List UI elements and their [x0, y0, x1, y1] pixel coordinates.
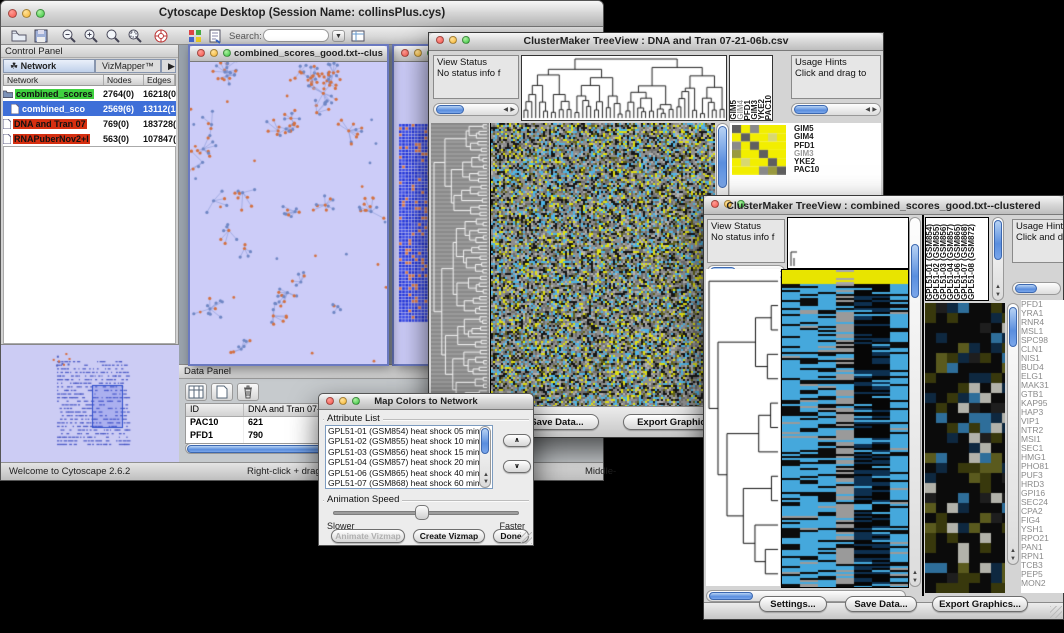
animate-vizmap-button[interactable]: Animate Vizmap: [331, 529, 405, 543]
zoom-fit-icon[interactable]: [105, 28, 121, 44]
view-status-box: View StatusNo status info f: [433, 55, 519, 99]
control-panel-tabs: ☘ Network VizMapper™ ▶: [3, 59, 176, 73]
network-window-title: combined_scores_good.txt--cluste...: [234, 48, 383, 59]
zoom-out-icon[interactable]: [61, 28, 77, 44]
heatmap-zoom-view[interactable]: [925, 303, 1005, 593]
row-dendrogram[interactable]: [706, 269, 780, 586]
zoom-selected-icon[interactable]: [127, 28, 143, 44]
folder-icon: [3, 89, 13, 98]
settings-button[interactable]: Settings...: [759, 596, 827, 612]
animation-speed-slider-thumb[interactable]: [415, 505, 429, 520]
row-dendrogram[interactable]: [431, 123, 489, 406]
treeview1-column-labels[interactable]: GIM5GIM4PFD1GIM3YKE2PAC10: [729, 55, 773, 121]
treeview1-row-labels[interactable]: GIM5GIM4PFD1GIM3YKE2PAC10: [794, 125, 819, 175]
animation-speed-label: Animation Speed: [324, 494, 402, 505]
usage-hints-hscrollbar[interactable]: ◀▶: [791, 103, 881, 116]
desktop: Cytoscape Desktop (Session Name: collins…: [0, 0, 1064, 633]
map-colors-dialog: Map Colors to Network Attribute List GPL…: [318, 393, 534, 546]
treeview1-titlebar[interactable]: ClusterMaker TreeView : DNA and Tran 07-…: [429, 33, 883, 51]
heatmap-global-view[interactable]: [781, 269, 909, 588]
treeview2-buttonbar: Settings... Save Data... Export Graphics…: [704, 602, 1063, 619]
delete-attribute-icon[interactable]: [237, 383, 259, 401]
attribute-select-icon[interactable]: [185, 383, 207, 401]
table-row[interactable]: DNA and Tran 07 769(0) 183728(0): [3, 116, 176, 131]
network-table: combined_scores 2764(0) 16218(0) combine…: [3, 86, 176, 146]
tab-vizmapper[interactable]: VizMapper™: [95, 59, 161, 73]
inner-titlebar[interactable]: combined_scores_good.txt--cluste...: [190, 46, 387, 62]
attribute-list-label: Attribute List: [324, 413, 383, 424]
tab-overflow-icon[interactable]: ▶: [161, 59, 176, 73]
save-icon[interactable]: [33, 28, 49, 44]
save-data-button[interactable]: Save Data...: [845, 596, 917, 612]
usage-hints-box: Usage HintsClick and drag to: [1012, 219, 1063, 263]
network-list-blank: [3, 146, 176, 344]
search-label: Search:: [229, 31, 262, 42]
status-welcome: Welcome to Cytoscape 2.6.2: [9, 466, 130, 477]
zoom-in-icon[interactable]: [83, 28, 99, 44]
heatmap-zoom-view[interactable]: [732, 125, 786, 175]
birdseye-view[interactable]: [1, 344, 179, 462]
treeview2-title: ClusterMaker TreeView : combined_scores_…: [704, 200, 1063, 212]
tab-network[interactable]: ☘ Network: [3, 59, 95, 73]
attribute-list-vscrollbar[interactable]: ▲▼: [479, 426, 491, 488]
network-canvas[interactable]: [190, 62, 387, 364]
table-row[interactable]: RNAPuberNov2+I 563(0) 107847(0): [3, 131, 176, 146]
zoom-window-icon[interactable]: [223, 49, 231, 57]
file-icon: [3, 119, 11, 129]
view-status-hscrollbar[interactable]: ◀▶: [433, 103, 519, 116]
view-status-box: View StatusNo status info f: [707, 219, 785, 263]
minimize-icon[interactable]: [210, 49, 218, 57]
attribute-list[interactable]: GPL51-01 (GSM854) heat shock 05 minGPL51…: [325, 425, 493, 489]
search-input[interactable]: [263, 29, 329, 42]
treeview2-column-labels[interactable]: GPL51-01 (GSM854)GPL51-02 (GSM855)GPL51-…: [925, 217, 989, 301]
global-vscrollbar[interactable]: ▲▼: [909, 217, 921, 587]
network-view-window: combined_scores_good.txt--cluste...: [188, 44, 389, 366]
file-icon: [3, 134, 11, 144]
column-dendrogram[interactable]: [521, 55, 727, 121]
search-dropdown-icon[interactable]: ▼: [332, 30, 345, 42]
table-row-selected[interactable]: combined_sco 2569(6) 13112(15): [3, 101, 176, 116]
resize-grip[interactable]: [520, 532, 532, 544]
heatmap-global-view[interactable]: [490, 123, 715, 406]
minimize-icon[interactable]: [414, 49, 422, 57]
dialog-titlebar[interactable]: Map Colors to Network: [319, 394, 533, 410]
panel-divider: [922, 215, 924, 596]
main-titlebar[interactable]: Cytoscape Desktop (Session Name: collins…: [1, 1, 603, 27]
move-up-button[interactable]: ∧: [503, 434, 531, 447]
treeview1-title: ClusterMaker TreeView : DNA and Tran 07-…: [429, 35, 883, 47]
export-graphics-button[interactable]: Export Graphics...: [932, 596, 1028, 612]
main-window-title: Cytoscape Desktop (Session Name: collins…: [1, 7, 603, 19]
control-panel-header: Control Panel: [1, 45, 178, 58]
help-icon[interactable]: [153, 28, 169, 44]
usage-hints-hscrollbar[interactable]: [1012, 282, 1061, 295]
new-attribute-icon[interactable]: [211, 383, 233, 401]
network-table-header: Network Nodes Edges: [3, 74, 176, 86]
treeview2-window: ClusterMaker TreeView : combined_scores_…: [703, 195, 1064, 620]
close-icon[interactable]: [401, 49, 409, 57]
column-labels-vscrollbar[interactable]: ▲▼: [992, 217, 1004, 301]
gene-label-list[interactable]: PFD1YRA1RNR4MSL1SPC98CLN1NIS1BUD4ELG1MAK…: [1021, 300, 1064, 593]
close-icon[interactable]: [197, 49, 205, 57]
usage-hints-box: Usage HintsClick and drag to: [791, 55, 881, 99]
create-vizmap-button[interactable]: Create Vizmap: [413, 529, 485, 543]
attribute-browser-icon[interactable]: [350, 28, 366, 44]
column-dendrogram[interactable]: [787, 217, 909, 269]
dialog-title: Map Colors to Network: [319, 396, 533, 407]
control-panel: Control Panel ☘ Network VizMapper™ ▶ Net…: [1, 45, 179, 462]
file-icon: [11, 104, 19, 114]
import-icon[interactable]: [207, 28, 223, 44]
move-down-button[interactable]: ∨: [503, 460, 531, 473]
zoom-vscrollbar[interactable]: ▲▼: [1007, 303, 1019, 565]
treeview2-titlebar[interactable]: ClusterMaker TreeView : combined_scores_…: [704, 196, 1063, 215]
open-icon[interactable]: [11, 28, 27, 44]
table-row[interactable]: combined_scores 2764(0) 16218(0): [3, 86, 176, 101]
vizmapper-icon[interactable]: [187, 28, 203, 44]
status-hint-middle: Middle-: [585, 466, 616, 477]
resize-grip[interactable]: [1050, 606, 1062, 618]
